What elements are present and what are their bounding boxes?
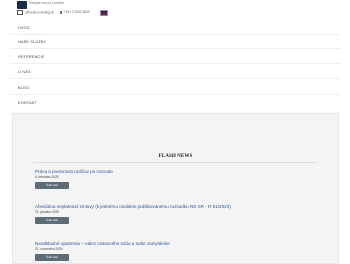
news-item: Práva a povinnosti rodičov po rozvode 6.… — [35, 169, 113, 189]
company-logo[interactable] — [17, 1, 27, 9]
news-title[interactable]: Práva a povinnosti rodičov po rozvode — [35, 169, 113, 174]
nav-divider — [10, 34, 340, 35]
nav-divider — [10, 94, 340, 95]
phone-contact[interactable]: +421 2 5263 3849 — [60, 10, 90, 14]
news-item: Neodkladné opatrenia – nález Ústavného s… — [35, 241, 170, 261]
news-date: 21. novembra 2024 — [35, 246, 63, 251]
email-text[interactable]: office@consulting.sk — [25, 10, 54, 14]
header-tagline[interactable]: Sledujte nás na LinkedIn — [29, 1, 64, 5]
flash-news-panel: FLASH NEWS Práva a povinnosti rodičov po… — [12, 113, 339, 264]
news-date: 6. februára 2025 — [35, 174, 59, 179]
uk-flag-icon[interactable] — [100, 10, 108, 16]
mail-icon — [17, 10, 23, 15]
read-more-button[interactable]: Čítať viac — [35, 181, 69, 189]
news-date: 21. januára 2025 — [35, 209, 59, 214]
nav-divider — [10, 78, 340, 79]
nav-item-uvod[interactable]: ÚVOD — [18, 26, 30, 30]
flash-news-title: FLASH NEWS — [158, 153, 193, 159]
email-contact[interactable]: office@consulting.sk — [17, 10, 54, 15]
nav-item-sluzby[interactable]: NAŠE SLUŽBY — [18, 40, 46, 44]
nav-item-blog[interactable]: BLOG — [18, 86, 29, 90]
read-more-button[interactable]: Čítať viac — [35, 253, 69, 261]
nav-divider — [10, 63, 340, 64]
phone-icon — [60, 10, 62, 14]
phone-text[interactable]: +421 2 5263 3849 — [64, 10, 90, 14]
news-item: Absolútna neplatnosť zmluvy (k jednému o… — [35, 204, 231, 224]
flash-divider — [33, 162, 318, 163]
news-title[interactable]: Absolútna neplatnosť zmluvy (k jednému o… — [35, 204, 231, 209]
nav-divider — [10, 48, 340, 49]
nav-item-referencie[interactable]: REFERENCIE — [18, 55, 44, 59]
nav-item-kontakt[interactable]: KONTAKT — [18, 101, 37, 105]
nav-item-o-nas[interactable]: O NÁS — [18, 70, 31, 74]
top-bar: Sledujte nás na LinkedIn office@consulti… — [0, 0, 350, 22]
news-title[interactable]: Neodkladné opatrenia – nález Ústavného s… — [35, 241, 170, 246]
read-more-button[interactable]: Čítať viac — [35, 216, 69, 224]
